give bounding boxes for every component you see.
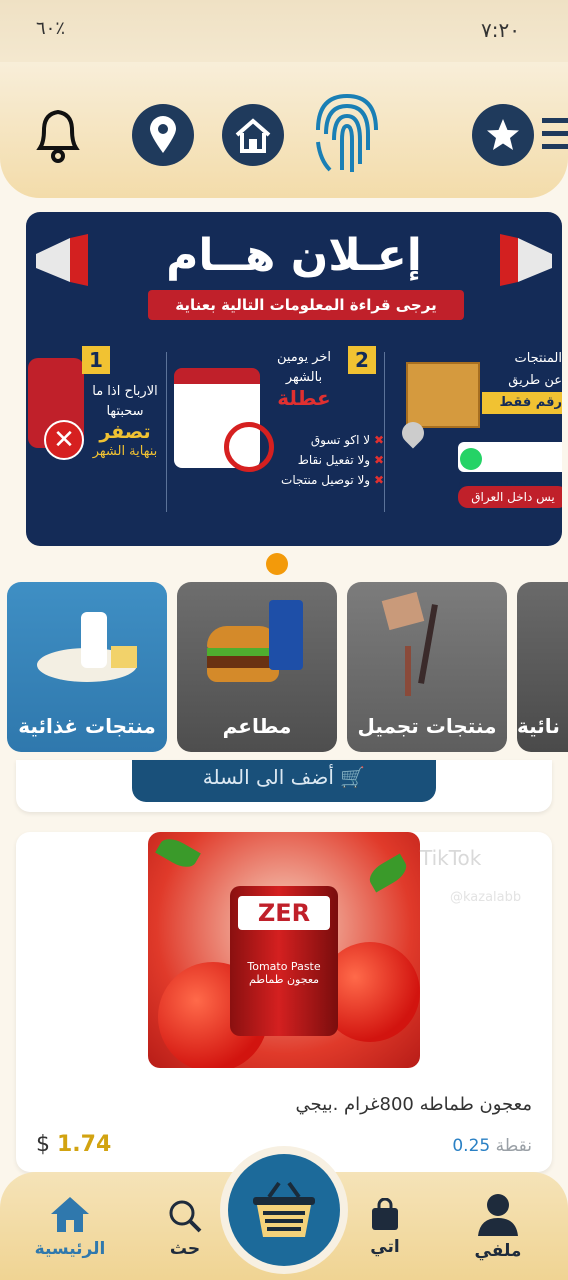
category-partial[interactable]: نائية	[517, 582, 568, 752]
can-brand: ZER	[238, 896, 330, 930]
basket-icon	[253, 1181, 315, 1237]
panel-line: الارباح اذا ما	[92, 384, 158, 399]
cart-icon: 🛒	[340, 765, 366, 789]
nav-orders[interactable]: اتي	[360, 1197, 410, 1257]
product-card[interactable]: ZER Tomato Paste معجون طماطم معجون طماطه…	[16, 832, 552, 1172]
category-label: مطاعم	[222, 714, 292, 738]
fingerprint-icon[interactable]	[310, 90, 384, 182]
panel-line: بنهاية الشهر	[92, 444, 158, 459]
status-bar: ٦٠٪ ٧:٢٠	[0, 0, 568, 62]
banner-panel-holiday: 2 اخر يومين بالشهر عطلة لا اكو تسوق ✖ ول…	[168, 342, 386, 528]
search-icon	[169, 1200, 202, 1233]
category-label: منتجات تجميل	[357, 714, 497, 738]
category-label: منتجات غذائية	[18, 714, 156, 738]
panel-line: عن طريق	[508, 373, 562, 388]
points-label: نقطة	[495, 1136, 532, 1156]
menu-icon[interactable]	[542, 118, 568, 149]
price-value: 1.74	[57, 1132, 112, 1157]
nav-search[interactable]: حث	[160, 1198, 210, 1259]
price-currency: $	[36, 1132, 50, 1157]
whatsapp-icon	[460, 447, 482, 470]
box-icon	[406, 362, 480, 428]
cross-icon: ✕	[44, 420, 84, 460]
top-header	[0, 62, 568, 198]
panel-number-1: 1	[82, 346, 110, 374]
home-nav-icon	[51, 1197, 89, 1232]
nav-profile-label: ملفي	[474, 1241, 522, 1261]
can-text: Tomato Paste	[247, 960, 321, 973]
add-to-cart-button[interactable]: أضف الى السلة 🛒	[132, 760, 436, 802]
makeup-image	[381, 591, 465, 696]
panel-list-item: لا اكو تسوق	[310, 433, 371, 447]
nav-orders-label: اتي	[370, 1237, 400, 1257]
nav-home[interactable]: الرئيسية	[28, 1194, 112, 1259]
category-label: نائية	[517, 714, 560, 738]
panel-line: سحبتها	[106, 404, 144, 419]
product-price: $ 1.74	[36, 1132, 111, 1157]
panel-highlight: عطلة	[277, 386, 331, 410]
product-points: نقطة 0.25	[452, 1136, 532, 1156]
cart-fab[interactable]	[220, 1146, 348, 1274]
shopping-bag-icon	[372, 1197, 398, 1230]
bell-icon[interactable]	[30, 104, 86, 168]
banner-title: إعـلان هــام	[166, 230, 422, 281]
panel-tag: رقم فقط	[482, 392, 562, 414]
category-food[interactable]: منتجات غذائية	[7, 582, 167, 752]
panel-list-item: ولا تفعيل نقاط	[297, 453, 371, 467]
category-cosmetics[interactable]: منتجات تجميل	[347, 582, 507, 752]
panel-line: المنتجات	[514, 351, 562, 366]
cart-bar: أضف الى السلة 🛒	[16, 760, 552, 812]
banner-subtitle: يرجى قراءة المعلومات التالية بعناية	[148, 290, 464, 320]
panel-footer: يس داخل العراق	[458, 486, 562, 508]
tomato-can: ZER Tomato Paste معجون طماطم	[230, 886, 338, 1036]
panel-number-2: 2	[348, 346, 376, 374]
user-icon	[478, 1194, 518, 1236]
home-icon[interactable]	[222, 104, 284, 166]
watermark-handle: @kazalabb	[450, 890, 522, 905]
battery-indicator: ٦٠٪	[36, 18, 66, 39]
announcement-banner[interactable]: إعـلان هــام يرجى قراءة المعلومات التالي…	[26, 212, 562, 546]
points-value: 0.25	[452, 1136, 491, 1156]
watermark-logo: TikTok	[420, 846, 482, 870]
add-to-cart-label: أضف الى السلة	[202, 765, 334, 789]
whatsapp-number[interactable]: 0777562	[458, 442, 562, 499]
dairy-image	[37, 612, 137, 682]
banner-panel-profits: ✕ 1 الارباح اذا ما سحبتها تصفر بنهاية ال…	[26, 342, 164, 528]
product-image: ZER Tomato Paste معجون طماطم	[148, 832, 420, 1068]
panel-highlight: تصفر	[99, 421, 151, 443]
location-icon[interactable]	[132, 104, 194, 166]
panel-line: بالشهر	[285, 370, 323, 385]
panel-list-item: ولا توصيل منتجات	[281, 473, 371, 487]
nav-home-label: الرئيسية	[34, 1239, 106, 1259]
clock: ٧:٢٠	[481, 18, 520, 42]
category-restaurants[interactable]: مطاعم	[177, 582, 337, 752]
panel-line: اخر يومين	[276, 350, 332, 365]
nav-profile[interactable]: ملفي	[466, 1192, 530, 1261]
star-icon[interactable]	[472, 104, 534, 166]
nav-search-label: حث	[169, 1239, 201, 1259]
banner-panel-order: المنتجات عن طريق رقم فقط 0777562 يس داخل…	[386, 342, 562, 528]
soda-cup-image	[269, 600, 303, 670]
product-name: معجون طماطه 800غرام .بيجي	[295, 1094, 532, 1115]
carousel-indicator[interactable]	[266, 553, 288, 575]
can-text-arabic: معجون طماطم	[248, 973, 320, 986]
